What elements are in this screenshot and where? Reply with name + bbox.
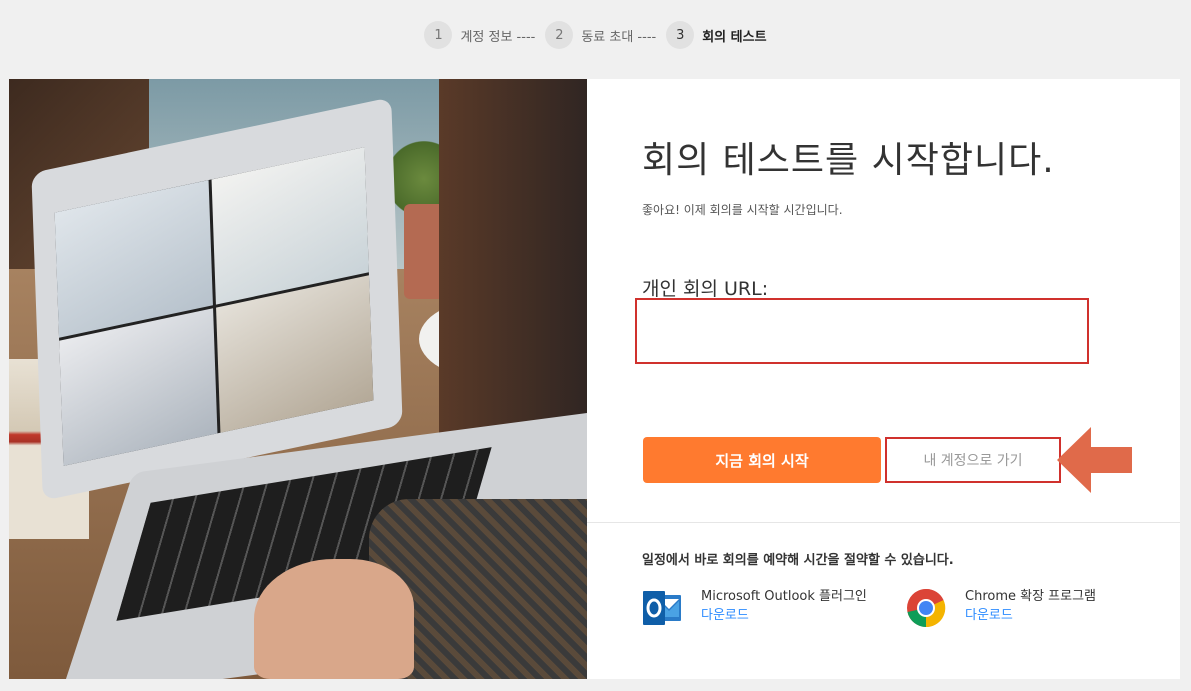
schedule-info: 일정에서 바로 회의를 예약해 시간을 절약할 수 있습니다.	[642, 553, 954, 568]
go-to-account-button[interactable]: 내 계정으로 가기	[885, 437, 1061, 483]
arrow-annotation-icon	[1057, 427, 1132, 493]
outlook-icon	[643, 591, 681, 625]
step-3: 3 회의 테스트	[666, 21, 767, 49]
hand	[254, 559, 414, 679]
chrome-icon	[907, 588, 946, 628]
personal-meeting-url-field[interactable]	[635, 298, 1089, 364]
step-number: 3	[666, 21, 695, 49]
step-1: 1 계정 정보 ----	[424, 21, 535, 49]
step-2: 2 동료 초대 ----	[545, 21, 656, 49]
plugin-name: Microsoft Outlook 플러그인	[701, 589, 867, 604]
start-meeting-button[interactable]: 지금 회의 시작	[643, 437, 881, 483]
page-title: 회의 테스트를 시작합니다.	[642, 140, 1055, 181]
plugin-info: Chrome 확장 프로그램 다운로드	[965, 587, 1135, 625]
plugin-info: Microsoft Outlook 플러그인 다운로드	[701, 587, 871, 625]
hero-image	[9, 79, 587, 679]
step-label: 동료 초대 ----	[581, 29, 657, 45]
main-card: 회의 테스트를 시작합니다. 좋아요! 이제 회의를 시작할 시간입니다. 개인…	[9, 79, 1180, 679]
outlook-download-link[interactable]: 다운로드	[701, 606, 871, 625]
chrome-download-link[interactable]: 다운로드	[965, 606, 1135, 625]
step-number: 2	[545, 21, 574, 49]
stepper: 1 계정 정보 ---- 2 동료 초대 ---- 3 회의 테스트	[0, 20, 1191, 50]
outlook-plugin: Microsoft Outlook 플러그인 다운로드	[641, 587, 871, 629]
step-number: 1	[424, 21, 453, 49]
step-label: 회의 테스트	[702, 29, 767, 45]
url-label: 개인 회의 URL:	[642, 278, 769, 300]
chrome-extension: Chrome 확장 프로그램 다운로드	[905, 587, 1135, 629]
plugin-name: Chrome 확장 프로그램	[965, 589, 1097, 604]
right-panel: 회의 테스트를 시작합니다. 좋아요! 이제 회의를 시작할 시간입니다. 개인…	[587, 79, 1180, 679]
step-label: 계정 정보 ----	[460, 29, 536, 45]
page-subtitle: 좋아요! 이제 회의를 시작할 시간입니다.	[642, 203, 843, 217]
divider	[587, 522, 1180, 523]
